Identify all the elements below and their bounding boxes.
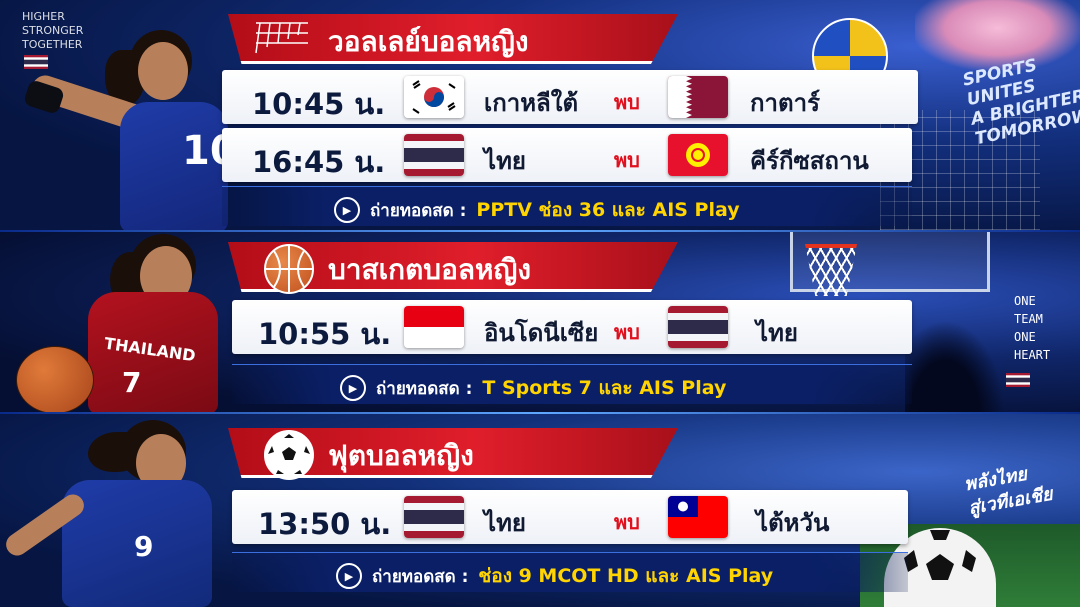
broadcast-channel: T Sports 7 และ AIS Play [482,377,727,399]
thailand-flag-icon [404,134,464,176]
away-team: ไต้หวัน [756,509,830,537]
vs-label: พบ [614,90,640,114]
match-row: 13:50 น. ไทย พบ ไต้หวัน [232,490,908,544]
volleyball-net-icon [252,17,312,59]
thailand-flag-icon [404,496,464,538]
football-section: 9 ฟุตบอลหญิง พลังไทย สู่เวทีเอเชีย 13:50… [0,414,1080,607]
broadcast-channel: ช่อง 9 MCOT HD และ AIS Play [478,565,774,587]
kyrgyzstan-flag-icon [668,134,728,176]
broadcast-bar: ▶ ถ่ายทอดสด : ช่อง 9 MCOT HD และ AIS Pla… [232,552,908,592]
broadcast-label: ถ่ายทอดสด : [372,566,469,587]
slogan-line: ONE [1014,294,1036,308]
slogan-line: HEART [1014,348,1051,362]
match-row: 16:45 น. ไทย พบ คีร์กีซสถาน [222,128,912,182]
match-time: 10:45 น. [252,87,386,121]
home-team: เกาหลีใต้ [484,89,579,117]
away-team: กาตาร์ [750,89,820,117]
basketball-icon [264,244,314,294]
slogan-script: พลังไทย สู่เวทีเอเชีย [962,459,1055,521]
broadcast-channel: PPTV ช่อง 36 และ AIS Play [476,199,740,221]
broadcast-label: ถ่ายทอดสด : [376,378,473,399]
indonesia-flag-icon [404,306,464,348]
basketball-athlete-image: THAILAND 7 [10,232,230,414]
home-team: ไทย [484,147,526,175]
slogan-right-mid: ONE TEAM ONE HEART [1014,292,1050,364]
vs-label: พบ [614,148,640,172]
away-team: ไทย [756,319,798,347]
thailand-mini-flag-icon [1006,372,1030,387]
play-icon: ▶ [336,563,362,589]
football-athlete-image: 9 [0,414,240,607]
jersey-number: 7 [122,366,142,399]
away-team: คีร์กีซสถาน [750,147,869,175]
broadcast-bar: ▶ ถ่ายทอดสด : PPTV ช่อง 36 และ AIS Play [222,186,912,226]
home-team: ไทย [484,509,526,537]
section-title: วอลเลย์บอลหญิง [328,25,529,58]
soccer-ball-icon [264,430,314,480]
volleyball-athlete-image: 10 [20,20,240,232]
section-title: บาสเกตบอลหญิง [328,253,532,286]
broadcast-label: ถ่ายทอดสด : [370,200,467,221]
section-title: ฟุตบอลหญิง [328,439,474,472]
match-time: 10:55 น. [258,317,392,351]
basketball-icon [16,346,94,414]
home-team: อินโดนีเซีย [484,319,599,347]
match-time: 16:45 น. [252,145,386,179]
crowd-silhouette [905,320,1005,414]
vs-label: พบ [614,510,640,534]
volleyball-section: HIGHER STRONGER TOGETHER 10 วอลเลย์บอลหญ… [0,0,1080,232]
play-icon: ▶ [334,197,360,223]
vs-label: พบ [614,320,640,344]
jersey-number: 9 [134,530,154,563]
basketball-section: THAILAND 7 บาสเกตบอลหญิง ONE TEAM ONE HE… [0,232,1080,414]
slogan-line: TEAM [1014,312,1043,326]
match-row: 10:45 น. เกาหลีใต้ พบ กาตาร์ [222,70,918,124]
south-korea-flag-icon [404,76,464,118]
qatar-flag-icon [668,76,728,118]
slogan-line: ONE [1014,330,1036,344]
taiwan-flag-icon [668,496,728,538]
thailand-flag-icon [668,306,728,348]
match-time: 13:50 น. [258,507,392,541]
play-icon: ▶ [340,375,366,401]
match-row: 10:55 น. อินโดนีเซีย พบ ไทย [232,300,912,354]
broadcast-bar: ▶ ถ่ายทอดสด : T Sports 7 และ AIS Play [232,364,912,404]
